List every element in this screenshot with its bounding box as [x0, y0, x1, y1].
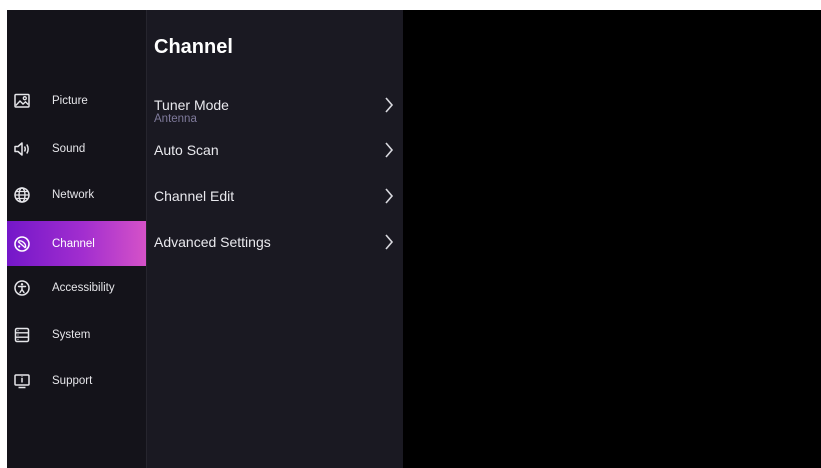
settings-sidebar: Picture Sound Network Channel Accessibil…	[7, 10, 146, 468]
sidebar-item-system[interactable]: System	[7, 315, 146, 355]
sidebar-item-channel[interactable]: Channel	[7, 221, 146, 266]
sidebar-item-sound[interactable]: Sound	[7, 129, 146, 169]
menu-item-label: Auto Scan	[154, 142, 219, 158]
channel-icon	[13, 235, 31, 253]
sidebar-item-label: Support	[52, 375, 93, 387]
tv-settings-screen: Picture Sound Network Channel Accessibil…	[7, 10, 821, 468]
sidebar-item-support[interactable]: Support	[7, 361, 146, 401]
sidebar-item-label: Accessibility	[52, 282, 115, 294]
menu-item-channel-edit[interactable]: Channel Edit	[154, 188, 394, 208]
chevron-right-icon	[385, 142, 394, 158]
sidebar-item-label: Picture	[52, 95, 88, 107]
screen: Picture Sound Network Channel Accessibil…	[0, 0, 821, 468]
menu-item-tuner-mode[interactable]: Tuner Mode Antenna	[154, 97, 394, 131]
accessibility-icon	[13, 279, 31, 297]
menu-item-advanced-settings[interactable]: Advanced Settings	[154, 234, 394, 254]
page-title: Channel	[154, 36, 233, 58]
sidebar-item-label: Network	[52, 189, 95, 201]
sidebar-item-label: System	[52, 329, 91, 341]
support-icon	[13, 372, 31, 390]
menu-item-label: Advanced Settings	[154, 234, 271, 250]
sidebar-item-label: Sound	[52, 143, 86, 155]
preview-area	[403, 10, 821, 468]
sidebar-item-accessibility[interactable]: Accessibility	[7, 268, 146, 308]
chevron-right-icon	[385, 188, 394, 204]
menu-item-auto-scan[interactable]: Auto Scan	[154, 142, 394, 162]
sidebar-item-picture[interactable]: Picture	[7, 81, 146, 121]
channel-panel: Channel Tuner Mode Antenna Auto Scan Cha…	[147, 10, 403, 468]
speaker-icon	[13, 140, 31, 158]
sidebar-item-network[interactable]: Network	[7, 175, 146, 215]
tuner-mode-value: Antenna	[154, 113, 197, 125]
chevron-right-icon	[385, 97, 394, 113]
chevron-right-icon	[385, 234, 394, 250]
menu-item-label: Channel Edit	[154, 188, 235, 204]
menu-item-label: Tuner Mode	[154, 97, 229, 113]
system-icon	[13, 326, 31, 344]
picture-icon	[13, 92, 31, 110]
globe-icon	[13, 186, 31, 204]
sidebar-item-label: Channel	[52, 237, 95, 250]
